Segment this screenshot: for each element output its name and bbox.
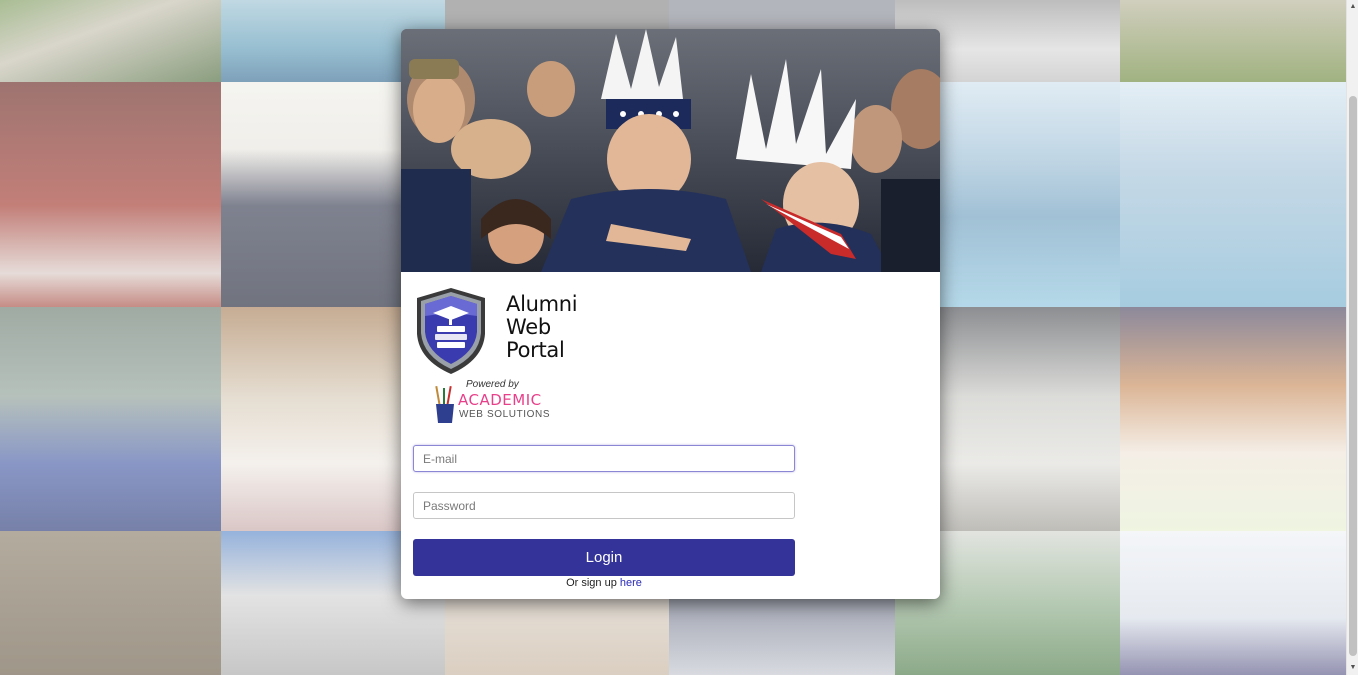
signup-prefix: Or sign up: [566, 577, 620, 589]
brand-title-line-2: Web: [506, 315, 551, 339]
hero-illustration: [401, 29, 940, 272]
bg-photo-referee: [0, 531, 221, 675]
bg-photo-football: [0, 0, 221, 82]
bg-photo-basketball-2: [1120, 307, 1346, 531]
brand-title-line-3: Portal: [506, 338, 565, 362]
login-card: Alumni Web Portal Powered by ACADEMIC WE…: [401, 29, 940, 599]
bg-photo-basketball: [0, 307, 221, 531]
pencil-cup-icon: [435, 386, 454, 423]
bg-photo-ice-hockey: [1120, 531, 1346, 675]
bg-photo-rugby: [1120, 0, 1346, 82]
scroll-down-arrow-icon[interactable]: ▼: [1347, 661, 1358, 675]
email-input[interactable]: [413, 445, 795, 472]
signup-prompt: Or sign up here: [413, 577, 795, 589]
scroll-up-arrow-icon[interactable]: ▲: [1347, 0, 1358, 14]
login-button[interactable]: Login: [413, 539, 795, 576]
bg-photo-sprinter: [0, 82, 221, 307]
scroll-thumb[interactable]: [1349, 96, 1357, 656]
graduation-cap-books-shield-icon: [417, 288, 485, 374]
brand-logo-block: Alumni Web Portal Powered by ACADEMIC WE…: [413, 284, 583, 434]
brand-title: Alumni Web Portal: [506, 293, 596, 362]
brand-title-line-1: Alumni: [506, 292, 578, 316]
hero-photo-fans: [401, 29, 940, 272]
page-scrollbar[interactable]: ▲ ▼: [1346, 0, 1358, 675]
powered-by-label: Powered by: [466, 379, 519, 390]
bg-photo-steeplechase-2: [1120, 82, 1346, 307]
company-subtitle: WEB SOLUTIONS: [459, 409, 551, 420]
company-name: ACADEMIC: [458, 391, 542, 409]
signup-link[interactable]: here: [620, 577, 642, 589]
password-input[interactable]: [413, 492, 795, 519]
